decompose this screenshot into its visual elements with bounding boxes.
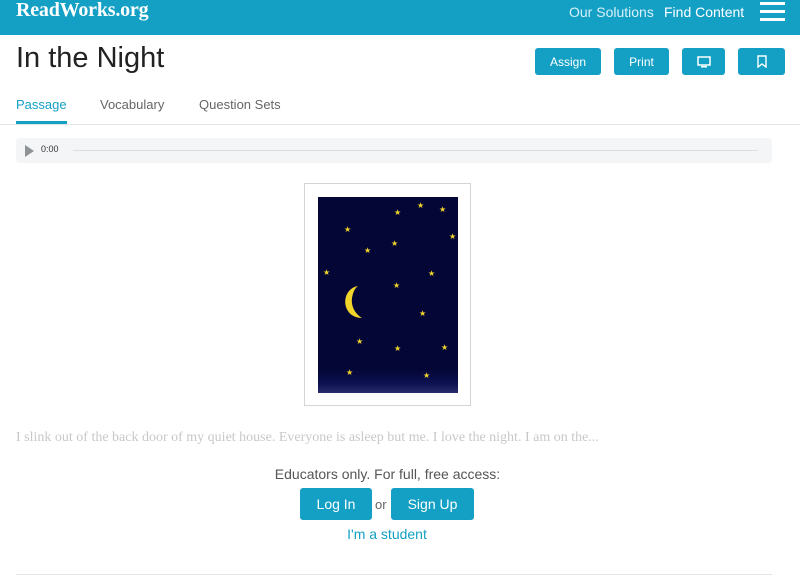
star-icon: ★	[346, 368, 354, 377]
tab-passage[interactable]: Passage	[16, 97, 67, 112]
audio-time: 0:00	[41, 144, 59, 154]
star-icon: ★	[419, 309, 427, 318]
passage-illustration: ★ ★ ★ ★ ★ ★ ★ ★ ★ ★ ★ ★ ★ ★ ★ ★	[304, 183, 471, 406]
audio-progress-track[interactable]	[73, 150, 758, 151]
divider	[16, 574, 772, 575]
bookmark-icon	[756, 55, 767, 68]
log-in-button[interactable]: Log In	[300, 488, 372, 520]
star-icon: ★	[323, 268, 331, 277]
star-icon: ★	[439, 205, 447, 214]
star-icon: ★	[394, 344, 402, 353]
star-icon: ★	[394, 208, 402, 217]
nav-our-solutions[interactable]: Our Solutions	[569, 4, 654, 20]
bookmark-button[interactable]	[738, 48, 785, 75]
access-message: Educators only. For full, free access:	[274, 466, 501, 482]
present-button[interactable]	[682, 48, 725, 75]
top-navigation-bar: ReadWorks.org Our Solutions Find Content	[0, 0, 800, 35]
assign-button[interactable]: Assign	[535, 48, 601, 75]
star-icon: ★	[393, 281, 401, 290]
tab-question-sets[interactable]: Question Sets	[199, 97, 281, 112]
active-tab-indicator	[16, 121, 67, 124]
star-icon: ★	[391, 239, 399, 248]
star-icon: ★	[441, 343, 449, 352]
star-icon: ★	[356, 337, 364, 346]
monitor-icon	[696, 55, 711, 67]
print-button[interactable]: Print	[614, 48, 669, 75]
star-icon: ★	[449, 232, 457, 241]
star-icon: ★	[417, 201, 425, 210]
page-title: In the Night	[16, 42, 165, 74]
or-separator: or	[375, 497, 387, 512]
star-icon: ★	[428, 269, 436, 278]
star-icon: ★	[423, 371, 431, 380]
hamburger-menu-icon[interactable]	[760, 2, 785, 21]
content-tabs: Passage Vocabulary Question Sets	[0, 96, 800, 125]
sign-up-button[interactable]: Sign Up	[391, 488, 474, 520]
audio-player: 0:00	[16, 138, 772, 163]
readworks-logo[interactable]: ReadWorks.org	[16, 0, 149, 22]
star-icon: ★	[364, 246, 372, 255]
play-icon[interactable]	[25, 145, 34, 157]
star-icon: ★	[344, 225, 352, 234]
tab-vocabulary[interactable]: Vocabulary	[100, 97, 164, 112]
student-link[interactable]: I'm a student	[0, 526, 774, 542]
passage-excerpt: I slink out of the back door of my quiet…	[16, 430, 599, 445]
night-sky-illustration: ★ ★ ★ ★ ★ ★ ★ ★ ★ ★ ★ ★ ★ ★ ★ ★	[318, 197, 458, 393]
nav-find-content[interactable]: Find Content	[664, 4, 744, 20]
crescent-moon-icon	[345, 286, 362, 318]
